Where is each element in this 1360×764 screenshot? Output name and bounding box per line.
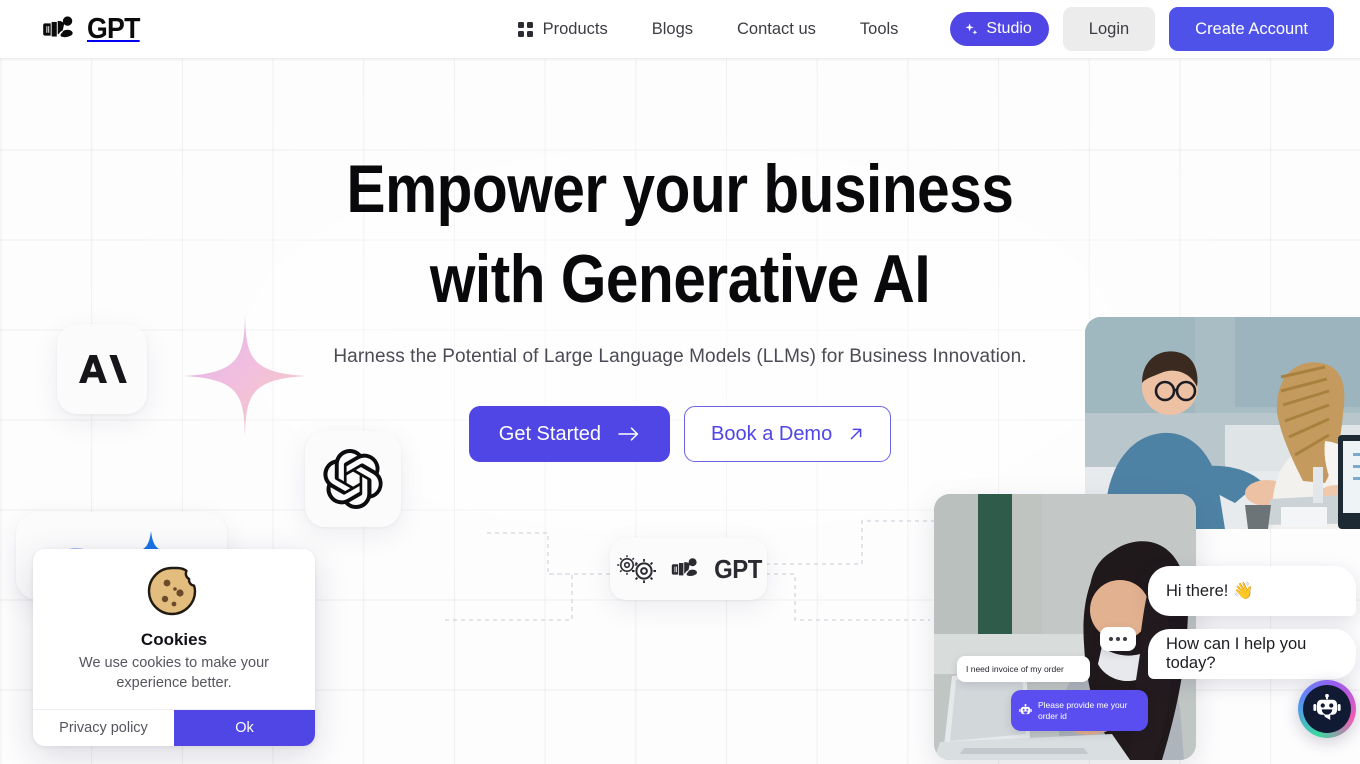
get-started-button[interactable]: Get Started — [468, 406, 671, 462]
cookie-ok-button[interactable]: Ok — [174, 710, 315, 746]
login-button[interactable]: Login — [1062, 7, 1156, 51]
page-title: Empower your business with Generative AI — [95, 144, 1265, 324]
arrow-right-icon — [618, 427, 639, 441]
nav-label-contact-us: Contact us — [737, 19, 816, 38]
gpt-hand-logo-icon — [43, 16, 73, 38]
gpt-hand-logo-icon — [671, 558, 697, 576]
nav-label-tools: Tools — [859, 19, 899, 38]
get-started-label: Get Started — [498, 422, 602, 445]
grid-icon — [517, 21, 533, 37]
chat-bubble-greeting: Hi there! 👋 — [1148, 566, 1356, 616]
studio-button[interactable]: Studio — [950, 12, 1049, 46]
studio-label: Studio — [986, 20, 1032, 37]
hero-cta-row: Get Started Book a Demo — [0, 406, 1360, 462]
nav-item-blogs[interactable]: Blogs — [630, 20, 715, 39]
main-nav: Products Blogs Contact us Tools — [496, 20, 921, 39]
nav-item-contact-us[interactable]: Contact us — [715, 20, 838, 39]
gpt-badge-card[interactable]: GPT — [610, 538, 767, 600]
chat-bubble-user-message: I need invoice of my order — [957, 656, 1090, 682]
create-account-button[interactable]: Create Account — [1169, 7, 1334, 51]
book-a-demo-button[interactable]: Book a Demo — [684, 406, 892, 462]
site-header: GPT Products Blogs Contact us Tools Stud… — [0, 0, 1360, 59]
robot-chat-widget-icon — [1303, 685, 1351, 733]
headline-line-2: with Generative AI — [429, 241, 931, 317]
cookie-consent-banner: Cookies We use cookies to make your expe… — [33, 549, 315, 746]
arrow-up-right-icon — [850, 428, 862, 440]
anthropic-logo-card[interactable] — [57, 324, 147, 414]
header-actions: Studio Login Create Account — [950, 7, 1334, 51]
chat-bubble-prompt: How can I help you today? — [1148, 629, 1356, 679]
nav-label-blogs: Blogs — [651, 19, 694, 38]
gpt-card-label: GPT — [713, 553, 762, 584]
brand-name: GPT — [87, 12, 140, 45]
book-a-demo-label: Book a Demo — [711, 422, 833, 445]
cookie-banner-text: We use cookies to make your experience b… — [79, 655, 269, 691]
cookie-banner-body: Cookies We use cookies to make your expe… — [33, 549, 315, 709]
headline-line-1: Empower your business — [346, 151, 1014, 227]
hero-subtitle: Harness the Potential of Large Language … — [333, 346, 1027, 367]
nav-label-products: Products — [542, 19, 608, 38]
page-root: GPT Products Blogs Contact us Tools Stud… — [0, 0, 1360, 764]
typing-dots-icon — [1100, 627, 1136, 651]
privacy-policy-link[interactable]: Privacy policy — [33, 710, 174, 746]
cookie-icon — [147, 566, 197, 616]
chat-widget-button[interactable] — [1298, 680, 1356, 738]
brand-logo[interactable]: GPT — [42, 14, 144, 44]
chat-bubble-bot-message: Please provide me your order id — [1011, 690, 1148, 731]
nav-item-tools[interactable]: Tools — [838, 20, 921, 39]
gears-icon — [616, 555, 656, 583]
cookie-banner-actions: Privacy policy Ok — [33, 709, 315, 746]
nav-item-products[interactable]: Products — [496, 20, 630, 39]
robot-icon — [1019, 704, 1032, 715]
bot-message-text: Please provide me your order id — [1038, 699, 1128, 721]
cookie-banner-title: Cookies — [140, 630, 208, 649]
sparkles-icon — [966, 22, 978, 35]
